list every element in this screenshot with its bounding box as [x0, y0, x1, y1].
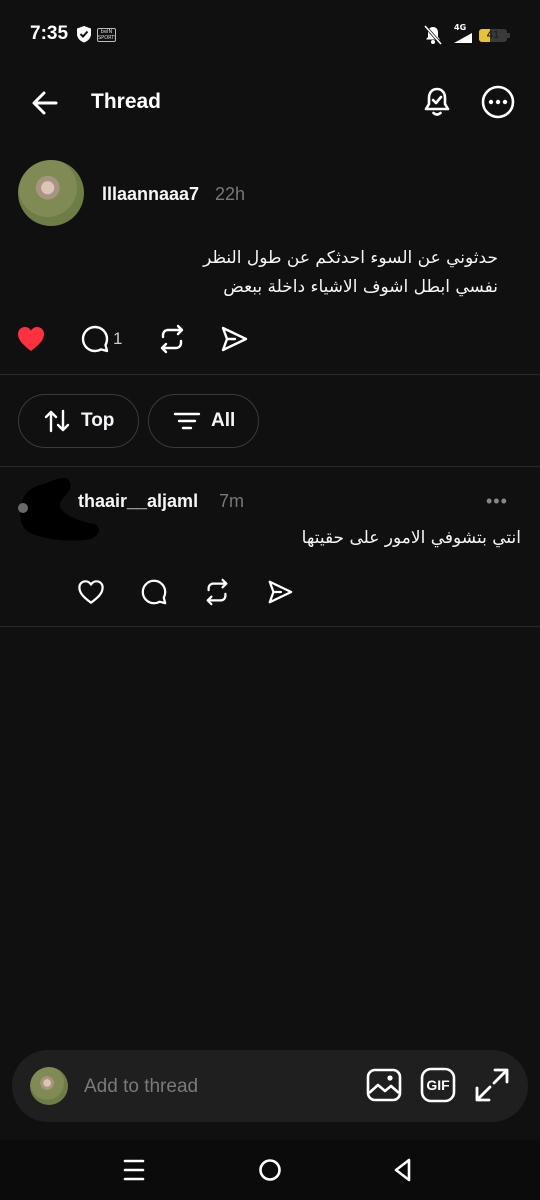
attach-gif-button[interactable]: GIF — [419, 1066, 457, 1104]
sort-top-label: Top — [81, 410, 115, 431]
post-text-line: نفسي ابطل اشوف الاشياء داخلة ببعض — [223, 277, 498, 297]
post-text-line: حدثوني عن السوء احدثكم عن طول النظر — [203, 248, 498, 268]
comment-icon — [81, 325, 109, 353]
sort-arrows-icon — [44, 409, 70, 433]
share-button[interactable] — [218, 323, 250, 355]
post-avatar[interactable] — [18, 160, 84, 226]
filter-all-chip[interactable]: All — [148, 394, 259, 448]
filter-all-label: All — [211, 410, 236, 431]
battery-icon: 41 — [479, 29, 507, 42]
send-icon — [221, 326, 248, 352]
repost-icon — [160, 324, 184, 354]
reply-more-button[interactable]: ••• — [486, 491, 508, 512]
comment-icon — [141, 579, 167, 605]
more-options-button[interactable] — [480, 84, 516, 120]
comment-button[interactable] — [79, 323, 111, 355]
heart-icon — [18, 327, 44, 351]
filter-lines-icon — [173, 412, 201, 430]
arrow-left-icon — [32, 91, 58, 115]
shield-icon — [76, 25, 92, 43]
comment-count: 1 — [113, 329, 123, 348]
reply-username[interactable]: thaair__aljaml — [78, 491, 198, 512]
reply-avatar[interactable] — [14, 472, 99, 541]
menu-icon — [123, 1159, 145, 1181]
divider — [0, 466, 540, 467]
image-icon — [366, 1068, 402, 1102]
battery-level: 41 — [486, 29, 500, 41]
send-icon — [268, 580, 293, 604]
recent-apps-button[interactable] — [118, 1156, 150, 1184]
reply-like-button[interactable] — [75, 576, 107, 608]
expand-composer-button[interactable] — [473, 1066, 511, 1104]
add-to-thread-input[interactable] — [84, 1074, 344, 1100]
battery-tip — [507, 33, 510, 38]
attach-image-button[interactable] — [365, 1066, 403, 1104]
app-badge-icon: beIN SPORTS — [97, 28, 116, 42]
signal-icon — [452, 24, 474, 44]
divider — [0, 626, 540, 627]
page-title: Thread — [91, 90, 162, 113]
composer-avatar — [30, 1067, 68, 1105]
post-timestamp: 22h — [215, 184, 246, 204]
system-back-button[interactable] — [388, 1154, 420, 1186]
back-button[interactable] — [28, 86, 62, 120]
status-time: 7:35 — [30, 23, 69, 44]
like-button[interactable] — [15, 323, 47, 355]
notify-button[interactable] — [419, 84, 455, 120]
home-button[interactable] — [254, 1154, 286, 1186]
post-text: حدثوني عن السوء احدثكم عن طول النظر نفسي… — [38, 244, 498, 302]
heart-icon — [78, 580, 104, 604]
reply-text: انتي بتشوفي الامور على حقيتها — [301, 528, 521, 548]
reply-repost-button[interactable] — [201, 576, 233, 608]
bell-icon — [424, 87, 450, 116]
gif-label: GIF — [426, 1077, 450, 1093]
divider — [0, 374, 540, 375]
post-username[interactable]: lllaannaaa7 — [102, 184, 199, 205]
triangle-back-icon — [394, 1158, 411, 1182]
repost-icon — [206, 578, 228, 606]
reply-timestamp: 7m — [219, 491, 245, 511]
expand-icon — [475, 1068, 509, 1102]
sort-top-chip[interactable]: Top — [18, 394, 139, 448]
more-horizontal-icon — [481, 85, 515, 119]
bell-off-icon — [424, 25, 442, 45]
repost-button[interactable] — [156, 323, 188, 355]
reply-share-button[interactable] — [264, 576, 296, 608]
circle-home-icon — [259, 1159, 281, 1181]
reply-comment-button[interactable] — [138, 576, 170, 608]
